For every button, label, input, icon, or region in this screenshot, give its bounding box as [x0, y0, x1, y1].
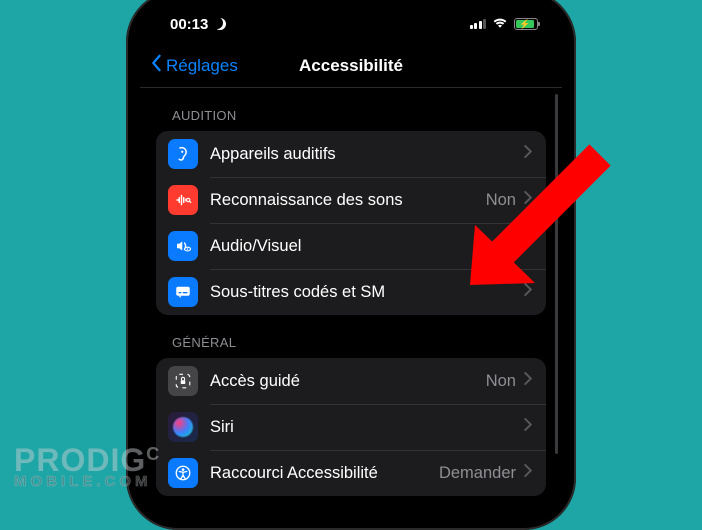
speaker-eye-icon	[168, 231, 198, 261]
back-label: Réglages	[166, 56, 238, 76]
row-subtitles-captioning[interactable]: Sous-titres codés et SM	[156, 269, 546, 315]
status-time: 00:13	[170, 16, 208, 33]
section-header-audition: AUDITION	[156, 88, 546, 131]
chevron-right-icon	[524, 145, 532, 163]
wifi-icon	[492, 16, 508, 33]
row-label: Appareils auditifs	[210, 145, 524, 164]
group-general: Accès guidé Non Siri Raccourci Accessibi…	[156, 358, 546, 496]
scroll-indicator[interactable]	[555, 94, 558, 454]
row-label: Audio/Visuel	[210, 237, 524, 256]
chevron-right-icon	[524, 372, 532, 390]
row-hearing-devices[interactable]: Appareils auditifs	[156, 131, 546, 177]
chevron-right-icon	[524, 283, 532, 301]
subtitle-icon	[168, 277, 198, 307]
sound-wave-icon	[168, 185, 198, 215]
row-label: Reconnaissance des sons	[210, 191, 486, 210]
screen: 00:13 ⚡ Réglages	[140, 4, 562, 516]
back-button[interactable]: Réglages	[150, 54, 238, 77]
row-guided-access[interactable]: Accès guidé Non	[156, 358, 546, 404]
row-label: Siri	[210, 418, 524, 437]
chevron-right-icon	[524, 237, 532, 255]
lock-frame-icon	[168, 366, 198, 396]
siri-icon	[168, 412, 198, 442]
chevron-right-icon	[524, 418, 532, 436]
row-accessibility-shortcut[interactable]: Raccourci Accessibilité Demander	[156, 450, 546, 496]
settings-content: AUDITION Appareils auditifs Reconnaissan…	[140, 88, 562, 496]
chevron-right-icon	[524, 464, 532, 482]
row-sound-recognition[interactable]: Reconnaissance des sons Non	[156, 177, 546, 223]
row-audio-visual[interactable]: Audio/Visuel	[156, 223, 546, 269]
row-label: Accès guidé	[210, 372, 486, 391]
nav-bar: Réglages Accessibilité	[140, 44, 562, 88]
ear-icon	[168, 139, 198, 169]
row-siri[interactable]: Siri	[156, 404, 546, 450]
phone-frame: 00:13 ⚡ Réglages	[126, 0, 576, 530]
row-value: Non	[486, 191, 516, 210]
do-not-disturb-icon	[214, 17, 228, 31]
accessibility-icon	[168, 458, 198, 488]
row-label: Sous-titres codés et SM	[210, 283, 524, 302]
notch	[261, 4, 441, 32]
row-label: Raccourci Accessibilité	[210, 464, 439, 483]
chevron-left-icon	[150, 54, 162, 77]
section-header-general: GÉNÉRAL	[156, 315, 546, 358]
cellular-signal-icon	[470, 19, 487, 29]
row-value: Demander	[439, 464, 516, 483]
chevron-right-icon	[524, 191, 532, 209]
battery-icon: ⚡	[514, 18, 538, 30]
group-audition: Appareils auditifs Reconnaissance des so…	[156, 131, 546, 315]
row-value: Non	[486, 372, 516, 391]
